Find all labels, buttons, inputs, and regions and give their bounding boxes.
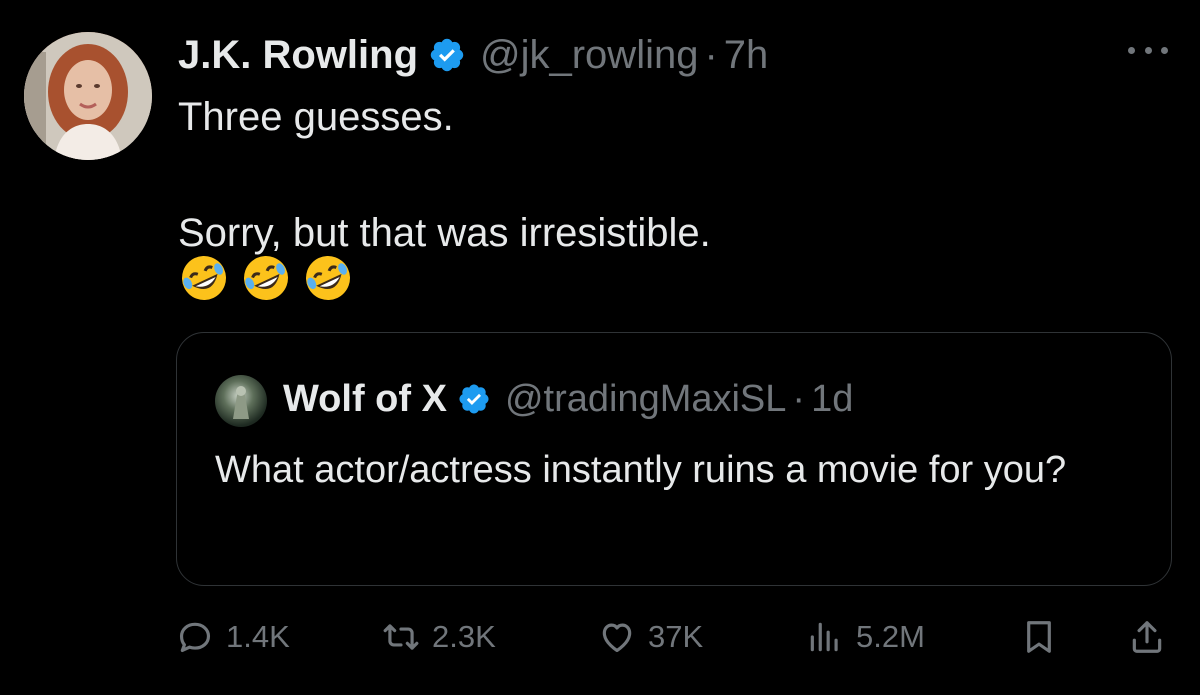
views-icon xyxy=(810,622,838,652)
like-icon xyxy=(602,623,632,653)
verified-badge-icon xyxy=(459,384,489,414)
reply-button[interactable]: 1.4K xyxy=(176,612,290,662)
share-button[interactable] xyxy=(1128,612,1166,662)
separator-dot: · xyxy=(792,377,806,420)
tweet-timestamp[interactable]: 7h xyxy=(724,33,769,78)
emoji-row xyxy=(178,252,354,304)
tweet-text-line: Three guesses. xyxy=(178,95,454,139)
author-handle[interactable]: @jk_rowling xyxy=(480,33,698,78)
reply-count: 1.4K xyxy=(226,619,290,654)
quoted-tweet-card[interactable]: Wolf of X @tradingMaxiSL · 1d What actor… xyxy=(176,332,1172,586)
rolling-on-floor-laughing-emoji xyxy=(244,256,288,300)
views-count: 5.2M xyxy=(856,619,925,654)
tweet-action-bar: 1.4K 2.3K 37K 5.2M xyxy=(176,612,1170,662)
quoted-tweet-header: Wolf of X @tradingMaxiSL · 1d xyxy=(283,373,853,425)
like-button[interactable]: 37K xyxy=(598,612,703,662)
repost-button[interactable]: 2.3K xyxy=(382,612,496,662)
repost-count: 2.3K xyxy=(432,619,496,654)
author-avatar[interactable] xyxy=(24,32,152,160)
more-options-icon[interactable] xyxy=(1128,38,1168,62)
quoted-author-handle[interactable]: @tradingMaxiSL xyxy=(505,378,786,421)
quoted-author-avatar[interactable] xyxy=(215,375,267,427)
share-icon xyxy=(1132,621,1162,653)
bookmark-icon xyxy=(1027,621,1051,653)
bookmark-button[interactable] xyxy=(1020,612,1058,662)
quoted-author-name[interactable]: Wolf of X xyxy=(283,378,447,421)
quoted-tweet-text: What actor/actress instantly ruins a mov… xyxy=(215,449,1067,491)
rolling-on-floor-laughing-emoji xyxy=(306,256,350,300)
like-count: 37K xyxy=(648,619,704,654)
separator-dot: · xyxy=(704,32,718,77)
tweet-header: J.K. Rowling @jk_rowling · 7h xyxy=(178,30,768,80)
author-name[interactable]: J.K. Rowling xyxy=(178,33,418,78)
rolling-on-floor-laughing-emoji xyxy=(182,256,226,300)
reply-icon xyxy=(179,622,211,653)
views-button[interactable]: 5.2M xyxy=(806,612,925,662)
verified-badge-icon xyxy=(430,38,464,72)
repost-icon xyxy=(383,624,419,650)
quoted-tweet-timestamp[interactable]: 1d xyxy=(811,378,853,421)
tweet-text: Three guesses. Sorry, but that was irres… xyxy=(178,88,1138,262)
